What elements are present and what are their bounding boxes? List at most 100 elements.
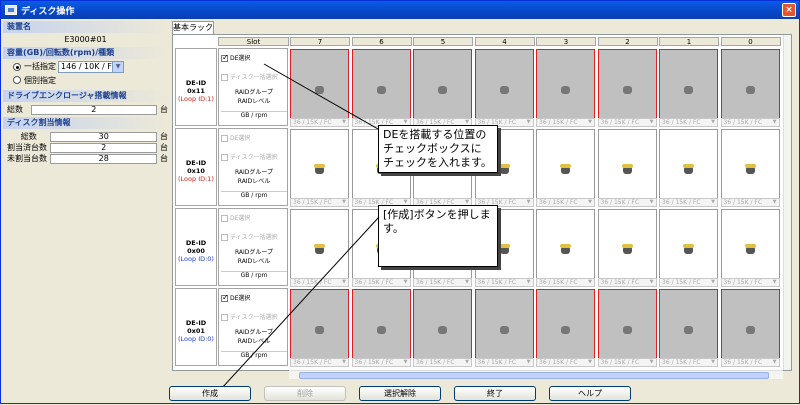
de-row-controls: DE選択ディスク一括選択 RAIDグループ RAIDレベル GB / rpm <box>218 208 288 286</box>
disk-slot[interactable] <box>290 129 349 206</box>
radio-individual-label: 個別指定 <box>24 75 56 85</box>
alloc-rows: 総数 30 台割当済台数 2 台未割当台数 28 台 <box>3 129 168 164</box>
create-button[interactable]: 作成 <box>169 386 251 401</box>
disk-slot[interactable] <box>351 49 411 126</box>
disk-size-select[interactable]: 36 / 15K / FC ▼ <box>474 278 534 287</box>
disk-size-select[interactable]: 36 / 15K / FC ▼ <box>290 198 349 207</box>
disk-size-select[interactable]: 36 / 15K / FC ▼ <box>720 118 780 127</box>
disk-slot[interactable] <box>597 129 657 206</box>
disk-size-value: 36 / 15K / FC <box>293 119 332 126</box>
disk-size-select[interactable]: 36 / 15K / FC ▼ <box>720 278 780 287</box>
disk-slot[interactable] <box>536 129 595 206</box>
de-select-row[interactable]: DE選択 <box>221 133 287 144</box>
disk-size-select[interactable]: 36 / 15K / FC ▼ <box>597 278 657 287</box>
de-select-checkbox[interactable] <box>221 293 229 302</box>
help-button[interactable]: ヘルプ <box>549 386 631 401</box>
disk-size-select[interactable]: 36 / 15K / FC ▼ <box>597 358 657 367</box>
de-row-label: DE-ID 0x11 (Loop ID:1) <box>175 48 217 126</box>
de-select-row[interactable]: DE選択 <box>221 53 287 64</box>
loop-id: (Loop ID:0) <box>178 335 214 343</box>
raid-level-label: RAIDレベル <box>237 178 271 185</box>
chevron-down-icon: ▼ <box>649 359 654 365</box>
disk-select-checkbox[interactable] <box>221 234 228 241</box>
disk-size-select[interactable]: 36 / 15K / FC ▼ <box>413 358 472 367</box>
disk-size-value: 36 / 15K / FC <box>539 119 578 126</box>
disk-select-row[interactable]: ディスク一括選択 <box>221 152 287 163</box>
radio-individual[interactable] <box>13 76 21 84</box>
disk-size-select[interactable]: 36 / 15K / FC ▼ <box>659 278 718 287</box>
disk-slot[interactable] <box>720 289 780 366</box>
disk-slot[interactable] <box>597 209 657 286</box>
clear-selection-button[interactable]: 選択解除 <box>359 386 441 401</box>
disk-slot[interactable] <box>597 289 657 366</box>
disk-size-select[interactable]: 36 / 15K / FC ▼ <box>659 118 718 127</box>
disk-size-select[interactable]: 36 / 15K / FC ▼ <box>536 198 595 207</box>
disk-slot[interactable] <box>290 289 349 366</box>
disk-select-row[interactable]: ディスク一括選択 <box>221 72 287 83</box>
radio-batch[interactable] <box>13 62 21 71</box>
disk-slot[interactable] <box>474 49 534 126</box>
disk-slot[interactable] <box>720 209 780 286</box>
disk-size-select[interactable]: 36 / 15K / FC ▼ <box>597 118 657 127</box>
scroll-thumb[interactable] <box>299 372 769 379</box>
disk-slot[interactable] <box>659 49 718 126</box>
disk-slot[interactable] <box>290 209 349 286</box>
chevron-down-icon[interactable]: ▼ <box>112 61 123 72</box>
delete-button[interactable]: 削除 <box>264 386 346 401</box>
disk-size-select[interactable]: 36 / 15K / FC ▼ <box>351 278 411 287</box>
disk-size-select[interactable]: 36 / 15K / FC ▼ <box>351 358 411 367</box>
disk-size-select[interactable]: 36 / 15K / FC ▼ <box>659 198 718 207</box>
disk-size-select[interactable]: 36 / 15K / FC ▼ <box>720 358 780 367</box>
disk-slot[interactable] <box>597 49 657 126</box>
alloc-value: 30 <box>50 131 157 142</box>
disk-slot[interactable] <box>536 289 595 366</box>
disk-size-select[interactable]: 36 / 15K / FC ▼ <box>597 198 657 207</box>
disk-slot[interactable] <box>413 49 472 126</box>
de-select-row[interactable]: DE選択 <box>221 293 287 304</box>
disk-slot[interactable] <box>720 129 780 206</box>
de-select-checkbox[interactable] <box>221 53 229 62</box>
horizontal-scrollbar[interactable] <box>289 370 783 379</box>
disk-slot[interactable] <box>351 289 411 366</box>
disk-slot[interactable] <box>413 289 472 366</box>
vertical-scrollbar[interactable] <box>783 35 791 370</box>
end-button[interactable]: 終了 <box>454 386 536 401</box>
disk-select-checkbox[interactable] <box>221 154 228 161</box>
disk-size-select[interactable]: 36 / 15K / FC ▼ <box>290 118 349 127</box>
de-total-row: 総数 2 台 <box>3 102 168 117</box>
disk-slot[interactable] <box>720 49 780 126</box>
disk-slot[interactable] <box>659 289 718 366</box>
disk-size-select[interactable]: 36 / 15K / FC ▼ <box>720 198 780 207</box>
disk-slot[interactable] <box>536 49 595 126</box>
disk-size-select[interactable]: 36 / 15K / FC ▼ <box>536 358 595 367</box>
disk-size-select[interactable]: 36 / 15K / FC ▼ <box>536 118 595 127</box>
chevron-down-icon: ▼ <box>403 279 408 285</box>
disk-select-checkbox[interactable] <box>221 74 228 81</box>
disk-size-select[interactable]: 36 / 15K / FC ▼ <box>413 278 472 287</box>
disk-select-row[interactable]: ディスク一括選択 <box>221 312 287 323</box>
close-button[interactable]: × <box>782 3 796 17</box>
disk-slot[interactable] <box>290 49 349 126</box>
disk-size-select[interactable]: 36 / 15K / FC ▼ <box>290 358 349 367</box>
alloc-label: 総数 <box>20 132 37 141</box>
disk-size-value: 36 / 15K / FC <box>416 359 455 366</box>
disk-size-select[interactable]: 36 / 15K / FC ▼ <box>474 358 534 367</box>
raid-group-label: RAIDグループ <box>234 169 274 176</box>
disk-slot[interactable] <box>536 209 595 286</box>
disk-select-row[interactable]: ディスク一括選択 <box>221 232 287 243</box>
de-select-checkbox[interactable] <box>221 135 228 142</box>
tab-basic-rack[interactable]: 基本ラック <box>172 21 214 34</box>
disk-slot[interactable] <box>659 129 718 206</box>
disk-size-select[interactable]: 36 / 15K / FC ▼ <box>290 278 349 287</box>
de-id: DE-ID 0x00 <box>185 239 207 255</box>
de-select-row[interactable]: DE選択 <box>221 213 287 224</box>
disk-size-select[interactable]: 36 / 15K / FC ▼ <box>536 278 595 287</box>
slot-number: 7 <box>290 37 350 46</box>
disk-icon <box>621 164 633 174</box>
disk-slot[interactable] <box>474 289 534 366</box>
capacity-select[interactable]: 146 / 10K / FC ▼ <box>58 60 124 73</box>
disk-slot[interactable] <box>659 209 718 286</box>
disk-select-checkbox[interactable] <box>221 314 228 321</box>
disk-size-select[interactable]: 36 / 15K / FC ▼ <box>659 358 718 367</box>
de-select-checkbox[interactable] <box>221 215 228 222</box>
